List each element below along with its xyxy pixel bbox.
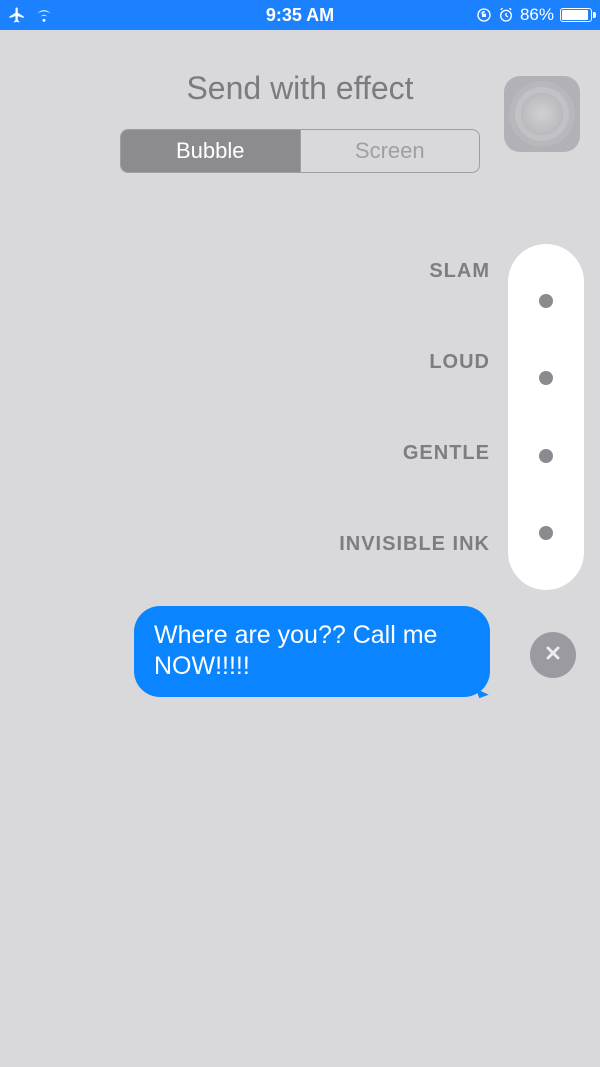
effect-dot-gentle[interactable]	[539, 449, 553, 463]
orientation-lock-icon	[476, 7, 492, 23]
status-bar-time: 9:35 AM	[266, 5, 334, 26]
battery-icon	[560, 8, 592, 22]
header: Send with effect Bubble Screen	[0, 30, 600, 193]
tab-bubble[interactable]: Bubble	[121, 130, 300, 172]
message-bubble: Where are you?? Call me NOW!!!!!	[134, 606, 490, 697]
effect-dot-loud[interactable]	[539, 371, 553, 385]
effect-dot-invisible-ink[interactable]	[539, 526, 553, 540]
status-bar-right: 86%	[476, 5, 592, 25]
segmented-control: Bubble Screen	[120, 129, 480, 173]
assistive-touch-button[interactable]	[504, 76, 580, 152]
tab-screen[interactable]: Screen	[300, 130, 480, 172]
status-bar-left	[8, 6, 54, 24]
message-row: Where are you?? Call me NOW!!!!!	[0, 606, 600, 697]
effect-label-gentle: GENTLE	[403, 442, 490, 465]
battery-percent: 86%	[520, 5, 554, 25]
alarm-icon	[498, 7, 514, 23]
effect-selector-pill	[508, 244, 584, 590]
effect-label-slam: SLAM	[429, 260, 490, 283]
effect-label-loud: LOUD	[429, 351, 490, 374]
wifi-icon	[34, 7, 54, 23]
page-title: Send with effect	[114, 70, 486, 107]
effect-labels: SLAM LOUD GENTLE INVISIBLE INK	[339, 260, 490, 556]
airplane-mode-icon	[8, 6, 26, 24]
cancel-button[interactable]	[530, 632, 576, 678]
effect-selector	[508, 244, 584, 590]
effect-dot-slam[interactable]	[539, 294, 553, 308]
status-bar: 9:35 AM 86%	[0, 0, 600, 30]
close-icon	[543, 643, 563, 668]
assistive-touch-icon	[521, 93, 563, 135]
effect-label-invisible-ink: INVISIBLE INK	[339, 533, 490, 556]
